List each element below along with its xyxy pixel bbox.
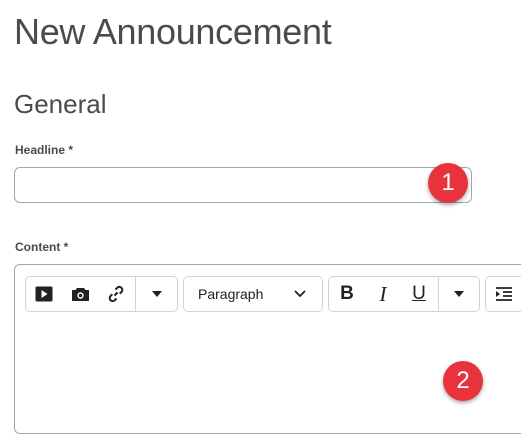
callout-marker-1: 1 [428, 163, 468, 203]
paragraph-select[interactable]: Paragraph [184, 277, 322, 311]
chevron-down-icon [454, 291, 464, 297]
callout-marker-2: 2 [443, 361, 483, 401]
paragraph-select-group: Paragraph [183, 276, 323, 312]
bold-icon: B [340, 283, 354, 304]
format-more-button[interactable] [441, 277, 477, 311]
video-play-icon [35, 286, 53, 302]
insert-image-button[interactable] [62, 277, 98, 311]
toolbar-separator [438, 277, 439, 311]
toolbar-separator [135, 277, 136, 311]
camera-icon [71, 287, 89, 301]
headline-input[interactable] [14, 167, 472, 203]
bold-button[interactable]: B [329, 277, 365, 311]
page-title: New Announcement [14, 11, 332, 52]
paragraph-select-value: Paragraph [198, 286, 264, 302]
italic-button[interactable]: I [365, 277, 401, 311]
link-icon [108, 285, 124, 303]
chevron-down-icon [294, 290, 306, 298]
headline-label: Headline * [15, 143, 74, 157]
format-toolbar-group: B I U [328, 276, 480, 312]
indent-icon [496, 287, 512, 301]
underline-button[interactable]: U [401, 277, 437, 311]
indent-button[interactable] [486, 277, 521, 311]
insert-toolbar-group [25, 276, 178, 312]
italic-icon: I [379, 281, 387, 306]
content-label: Content * [15, 240, 69, 254]
indent-toolbar-group [485, 276, 521, 312]
section-title: General [14, 89, 107, 119]
chevron-down-icon [152, 291, 162, 297]
insert-more-button[interactable] [139, 277, 175, 311]
content-editor: Paragraph B I U [14, 264, 521, 434]
insert-link-button[interactable] [98, 277, 134, 311]
insert-video-button[interactable] [26, 277, 62, 311]
underline-icon: U [412, 283, 426, 304]
